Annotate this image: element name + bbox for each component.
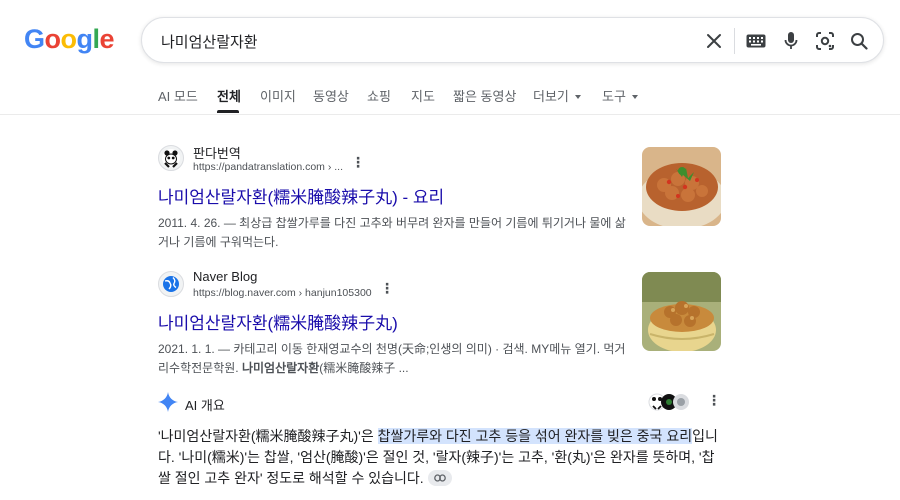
result-thumbnail[interactable] (642, 147, 721, 226)
tab-all[interactable]: 전체 (217, 86, 241, 105)
result-date: 2021. 1. 1. (158, 342, 215, 356)
logo-letter: g (76, 24, 94, 54)
tab-more-label: 더보기 (533, 89, 569, 104)
close-icon[interactable] (702, 29, 726, 53)
tab-ai-mode[interactable]: AI 모드 (158, 86, 198, 105)
logo-letter: e (99, 24, 115, 54)
link-icon[interactable] (427, 470, 452, 487)
more-vert-icon[interactable]: ⋮ (351, 155, 365, 169)
ai-highlighted-text[interactable]: 찹쌀가루와 다진 고추 등을 섞어 완자를 빚은 중국 요리 (377, 428, 693, 444)
ai-overview-body: '나미엄산랄자환(糯米腌酸辣子丸)'은 찹쌀가루와 다진 고추 등을 섞어 완자… (158, 426, 718, 489)
tab-shopping[interactable]: 쇼핑 (367, 86, 391, 105)
sparkle-icon (158, 392, 178, 417)
site-url: https://pandatranslation.com › ... (193, 161, 343, 173)
active-tab-indicator (217, 110, 239, 113)
result-title-link[interactable]: 나미엄산랄자환(糯米腌酸辣子丸) - 요리 (158, 183, 628, 208)
ai-source-avatars[interactable] (648, 393, 690, 411)
logo-letter: o (44, 24, 62, 54)
tab-tools[interactable]: 도구 (602, 86, 638, 105)
site-name: Naver Blog (193, 269, 258, 284)
tab-more[interactable]: 더보기 (533, 86, 581, 105)
result-thumbnail[interactable] (642, 272, 721, 351)
site-name: 판다번역 (193, 146, 241, 161)
search-input[interactable]: 나미엄산랄자환 (161, 31, 258, 52)
search-result: 판다번역 https://pandatranslation.com › ... … (158, 142, 628, 252)
panda-favicon-icon (158, 145, 184, 171)
more-vert-icon[interactable]: ⋮ (380, 281, 394, 295)
ai-overview-title: AI 개요 (185, 398, 225, 413)
mic-icon[interactable] (779, 29, 803, 53)
tab-short-videos[interactable]: 짧은 동영상 (453, 86, 516, 105)
result-source[interactable]: 판다번역 https://pandatranslation.com › ... … (158, 142, 628, 178)
result-snippet: 2011. 4. 26. — 최상급 찹쌀가루를 다진 고추와 버무려 완자를 … (158, 214, 628, 252)
more-vert-icon[interactable]: ⋮ (707, 393, 721, 407)
snippet-text: (糯米腌酸辣子 ... (319, 361, 409, 375)
logo-letter: o (60, 24, 78, 54)
google-logo[interactable]: Google (24, 24, 115, 55)
globe-favicon-icon (158, 271, 184, 297)
search-result: Naver Blog https://blog.naver.com › hanj… (158, 268, 628, 378)
result-title-link[interactable]: 나미엄산랄자환(糯米腌酸辣子丸) (158, 309, 628, 334)
tab-videos[interactable]: 동영상 (313, 86, 349, 105)
tab-tools-label: 도구 (602, 89, 626, 104)
chevron-down-icon (631, 94, 638, 99)
tab-images[interactable]: 이미지 (260, 86, 296, 105)
site-url: https://blog.naver.com › hanjun105300 (193, 287, 372, 299)
logo-letter: G (24, 24, 45, 54)
keyboard-icon[interactable] (744, 29, 768, 53)
logo-letter: l (92, 24, 101, 54)
ai-body-text: '나미엄산랄자환(糯米腌酸辣子丸)'은 (158, 428, 378, 444)
search-bar[interactable]: 나미엄산랄자환 (141, 17, 884, 63)
snippet-text: — 최상급 찹쌀가루를 다진 고추와 버무려 완자를 만들어 기름에 튀기거나 … (158, 216, 626, 249)
result-snippet: 2021. 1. 1. — 카테고리 이동 한재영교수의 천명(天命;인생의 의… (158, 340, 628, 378)
search-icon[interactable] (847, 29, 871, 53)
result-date: 2011. 4. 26. (158, 216, 221, 230)
snippet-bold-text: 나미엄산랄자환 (241, 361, 320, 375)
chevron-down-icon (574, 94, 581, 99)
header-divider (0, 114, 900, 115)
lens-icon[interactable] (813, 29, 837, 53)
search-divider (734, 28, 735, 54)
result-source[interactable]: Naver Blog https://blog.naver.com › hanj… (158, 268, 628, 304)
tab-maps[interactable]: 지도 (411, 86, 435, 105)
